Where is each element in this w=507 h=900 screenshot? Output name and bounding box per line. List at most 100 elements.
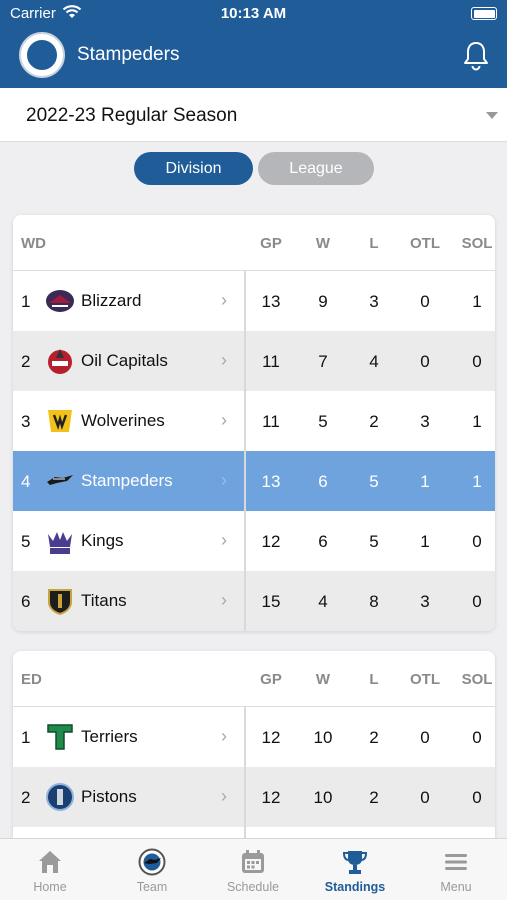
col-sol: SOL [461,235,493,252]
team-rank: 2 [21,352,31,371]
table-row[interactable]: 5 Kings › 12 6 5 1 0 [13,511,495,571]
stat-l: 3 [369,292,379,311]
stat-gp: 15 [261,592,281,611]
team-rank: 1 [21,292,31,311]
stat-gp: 12 [261,532,281,551]
stat-sol: 0 [472,592,482,611]
stat-w: 5 [318,412,328,431]
column-divider [244,511,246,571]
stat-otl: 0 [420,728,430,747]
wolverines-logo-icon [48,410,72,432]
col-l: L [369,671,379,688]
tab-home[interactable]: Home [0,839,100,900]
stat-gp: 11 [262,412,280,431]
team-rank: 3 [21,412,31,431]
table-header: WD GP W L OTL SOL [13,215,495,271]
stat-w: 10 [313,728,333,747]
stat-otl: 1 [420,532,430,551]
table-row-selected[interactable]: 4 Stampeders › 13 6 5 1 1 [13,451,495,511]
status-bar: Carrier 10:13 AM [0,0,507,28]
table-header: ED GP W L OTL SOL [13,651,495,707]
home-icon [39,851,61,873]
col-otl: OTL [410,235,440,252]
column-divider [244,391,246,451]
table-row[interactable]: 6 Titans › 15 4 8 3 0 [13,571,495,631]
team-rank: 4 [21,472,31,491]
tab-schedule[interactable]: Schedule [203,839,303,900]
team-rank: 6 [21,592,31,611]
col-gp: GP [260,235,282,252]
stampeders-logo-icon [47,475,73,485]
table-row[interactable]: 1 Blizzard › 13 9 3 0 1 [13,271,495,331]
standings-table-ed: ED GP W L OTL SOL 1 Terriers › 12 10 2 0… [13,651,495,851]
stat-otl: 0 [420,352,430,371]
stat-sol: 0 [472,532,482,551]
tab-schedule-label: Schedule [226,880,280,894]
stat-l: 2 [369,412,379,431]
trophy-icon [342,851,368,874]
stat-w: 9 [318,292,328,311]
tab-home-label: Home [33,880,67,894]
stat-w: 6 [318,472,328,491]
col-otl: OTL [410,671,440,688]
tab-team-label: Team [136,880,168,894]
table-row[interactable]: 3 Wolverines › 11 5 2 3 1 [13,391,495,451]
chevron-right-icon: › [221,590,227,610]
tab-bar: Home Team Schedule Standings Menu [0,838,507,900]
segment-division[interactable]: Division [134,152,253,185]
stat-w: 7 [318,352,328,371]
tab-team[interactable]: Team [102,839,202,900]
table-row[interactable]: 1 Terriers › 12 10 2 0 0 [13,707,495,767]
stat-sol: 0 [472,352,482,371]
notifications-bell-icon[interactable] [461,40,491,72]
team-name: Blizzard [81,291,142,310]
col-w: W [315,235,331,252]
kings-logo-icon [48,532,72,554]
column-divider [244,271,246,331]
stat-gp: 12 [261,788,281,807]
stat-w: 6 [318,532,328,551]
team-name: Wolverines [81,411,165,430]
col-l: L [369,235,379,252]
stat-sol: 0 [472,788,482,807]
team-logo[interactable] [19,32,65,78]
segment-league[interactable]: League [258,152,374,185]
stat-gp: 13 [261,292,281,311]
team-logo-mark [25,38,59,72]
stat-w: 10 [313,788,333,807]
chevron-down-icon [486,112,498,119]
stat-w: 4 [318,592,328,611]
team-name: Pistons [81,787,137,806]
standings-table-wd: WD GP W L OTL SOL 1 Blizzard › 13 9 3 0 … [13,215,495,631]
chevron-right-icon: › [221,470,227,490]
team-name: Oil Capitals [81,351,168,370]
column-divider [244,451,246,511]
table-row[interactable]: 2 Pistons › 12 10 2 0 0 [13,767,495,827]
team-name: Kings [81,531,124,550]
season-selector[interactable]: 2022-23 Regular Season [0,88,507,142]
chevron-right-icon: › [221,786,227,806]
stat-gp: 12 [261,728,281,747]
tab-menu[interactable]: Menu [406,839,506,900]
page-title: Stampeders [77,44,180,65]
calendar-icon [242,850,264,873]
column-divider [244,331,246,391]
stat-l: 5 [369,532,379,551]
team-rank: 1 [21,728,31,747]
stat-otl: 0 [420,788,430,807]
stat-l: 4 [369,352,379,371]
team-rank: 5 [21,532,31,551]
col-sol: SOL [461,671,493,688]
division-name: ED [21,671,42,688]
stat-l: 2 [369,788,379,807]
stat-l: 8 [369,592,379,611]
table-row[interactable]: 2 Oil Capitals › 11 7 4 0 0 [13,331,495,391]
titans-logo-icon [48,589,72,616]
tab-standings[interactable]: Standings [305,839,405,900]
team-logo-icon [138,848,166,876]
chevron-right-icon: › [221,530,227,550]
stat-sol: 1 [472,292,482,311]
col-w: W [315,671,331,688]
nav-bar: Stampeders [0,28,507,88]
team-name: Titans [81,591,127,610]
